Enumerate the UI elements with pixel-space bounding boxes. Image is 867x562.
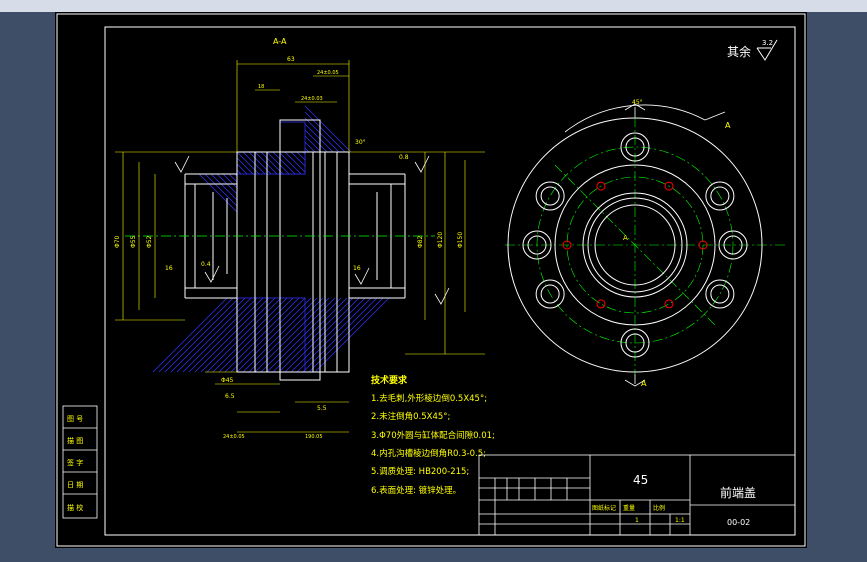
tech-item-6: 6.表面处理: 镀锌处理。 — [371, 485, 461, 496]
dim-r16b: 16 — [353, 265, 361, 272]
side-tag-3: 日 期 — [67, 481, 83, 489]
tech-item-1: 1.去毛刺,外形棱边倒0.5X45°; — [371, 393, 487, 404]
bolt-hole — [535, 181, 565, 211]
tb-material: 45 — [633, 473, 648, 487]
pin-hole — [664, 299, 674, 309]
dim-right-08: 0.8 — [399, 154, 409, 161]
dim-angle: 30° — [355, 139, 366, 146]
tech-item-5: 5.调质处理: HB200-215; — [371, 466, 469, 477]
tech-requirements: 技术要求 1.去毛刺,外形棱边倒0.5X45°; 2.未注倒角0.5X45°; … — [371, 374, 495, 496]
hatch-line — [152, 297, 228, 373]
hatch-line — [198, 173, 238, 213]
dim-right-d1: Φ150 — [457, 232, 464, 248]
dim-left-d1: Φ70 — [114, 235, 121, 248]
dim-left-d2: Φ55 — [130, 235, 137, 248]
bolt-hole — [705, 279, 735, 309]
dim-right-d2: Φ120 — [437, 232, 444, 248]
section-roughness-icons — [174, 155, 450, 305]
tech-item-2: 2.未注倒角0.5X45°; — [371, 411, 450, 422]
drawing-area[interactable]: 图 号 描 图 签 字 日 期 描 校 A-A 其余 3.2 63 24±0.0… — [55, 12, 807, 548]
front-centerlines — [505, 117, 785, 374]
bolt-hole — [710, 284, 730, 304]
tb-num2: 1:1 — [675, 517, 685, 524]
section-mark-top: A — [725, 121, 731, 130]
dim-top-len: 63 — [287, 56, 295, 63]
hatch-region — [236, 121, 306, 373]
dim-bolt-angle: 45° — [632, 99, 643, 106]
dim-bottom-c: 5.5 — [317, 405, 327, 412]
dim-top-b: 24±0.03 — [301, 96, 323, 102]
hatch-line — [158, 297, 234, 373]
front-view: A A A 45° — [505, 99, 785, 388]
tb-label-a: 图纸标记 — [592, 504, 616, 512]
section-view: 63 24±0.05 24±0.03 18 30° Φ70 Φ55 Φ52 Φ1… — [114, 56, 485, 440]
dim-bottom-a: Φ45 — [221, 377, 234, 384]
roughness-value: 3.2 — [762, 39, 773, 47]
side-tag-0: 图 号 — [67, 415, 83, 423]
hatch-line — [304, 129, 328, 153]
hatch-line — [304, 111, 346, 153]
hatch-line — [304, 105, 352, 153]
cad-drawing: 图 号 描 图 签 字 日 期 描 校 A-A 其余 3.2 63 24±0.0… — [56, 13, 806, 547]
view-label: A-A — [273, 37, 287, 46]
hatch-line — [296, 297, 372, 373]
section-dimension-lines — [115, 60, 485, 433]
dim-left-d3: Φ52 — [146, 235, 153, 248]
side-tag-2: 签 字 — [67, 458, 83, 467]
section-mark-bottom: A — [641, 379, 647, 388]
hatch-line — [304, 147, 310, 153]
hatch-line — [314, 297, 390, 373]
section-mark-center: A — [623, 234, 628, 242]
tech-item-3: 3.Φ70外圆与缸体配合间隙0.01; — [371, 430, 495, 441]
dim-right-d3: Φ82 — [417, 235, 424, 248]
tb-part-name: 前端盖 — [720, 485, 756, 500]
bolt-hole — [540, 186, 560, 206]
hatch-lines — [152, 105, 390, 373]
dim-top-a: 24±0.05 — [317, 70, 339, 76]
hatch-line — [222, 173, 238, 189]
side-tag-1: 描 图 — [67, 436, 83, 445]
tb-num1: 1 — [635, 517, 639, 524]
hatch-line — [170, 297, 246, 373]
dim-left-04: 0.4 — [201, 261, 211, 268]
hatch-line — [164, 297, 240, 373]
tb-drawing-no: 00-02 — [727, 518, 750, 527]
tech-item-4: 4.内孔沟槽棱边倒角R0.3-0.5; — [371, 448, 486, 459]
dim-top-c: 18 — [258, 84, 264, 90]
dim-r16a: 16 — [165, 265, 173, 272]
hatch-line — [304, 123, 334, 153]
hatch-line — [204, 173, 238, 207]
dim-bottom-b: 6.5 — [225, 393, 235, 400]
tb-label-b: 重量 — [623, 504, 635, 512]
roughness-label: 其余 — [727, 44, 751, 59]
side-tag-4: 描 校 — [67, 503, 83, 512]
tb-label-c: 比例 — [653, 504, 665, 512]
dim-bottom-d: 24±0.05 — [223, 434, 245, 440]
tech-title: 技术要求 — [371, 374, 408, 386]
pin-hole — [596, 299, 606, 309]
hatch-line — [302, 297, 378, 373]
hatch-line — [304, 141, 316, 153]
dim-bottom-e: 190.05 — [305, 434, 323, 440]
